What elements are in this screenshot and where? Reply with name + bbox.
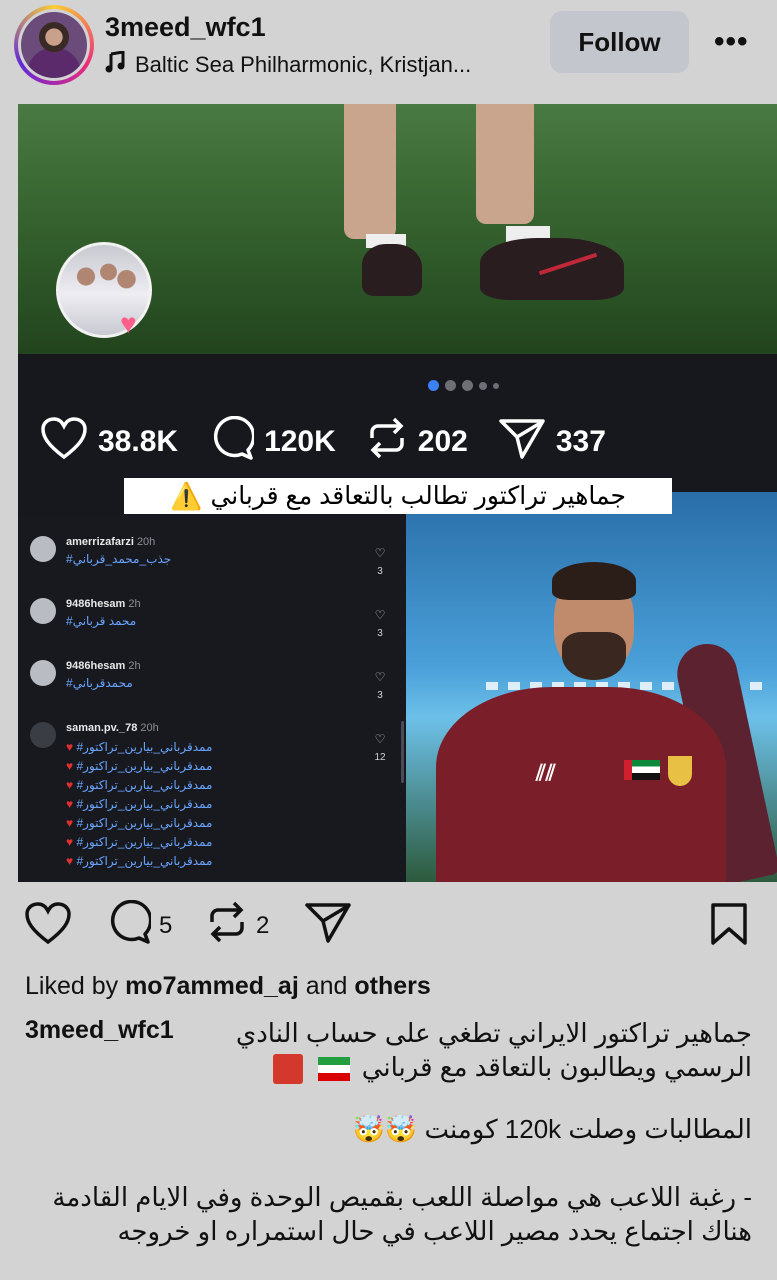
avatar[interactable] xyxy=(21,12,87,78)
liked-by-prefix: Liked by xyxy=(25,972,119,1000)
caption-line: المطالبات وصلت 120k كومنت xyxy=(424,1114,752,1144)
post-media[interactable]: ♥ 38.8K 120K 202 337 amerrizafarzi 20h #… xyxy=(18,104,777,882)
follow-button[interactable]: Follow xyxy=(550,11,689,73)
comment-text-repeated: ♥ #ممدقرباني_بيارين_تراكتور ♥ #ممدقرباني… xyxy=(66,740,213,868)
comment-user: 9486hesam xyxy=(66,660,126,672)
share-button[interactable] xyxy=(304,900,352,951)
comment-time: 2h xyxy=(128,660,141,672)
liked-by-and: and xyxy=(305,972,348,1000)
comment-icon xyxy=(208,415,256,468)
repost-icon xyxy=(366,416,408,468)
comment-heart-icon: ♡ xyxy=(374,732,386,746)
caption-line-with-emoji: المطالبات وصلت 120k كومنت 🤯🤯 xyxy=(352,1112,752,1146)
headline-text: جماهير تراكتور تطالب بالتعاقد مع قرباني xyxy=(210,482,626,510)
caption-line: جماهير تراكتور الايراني تطغي على حساب ال… xyxy=(235,1018,752,1048)
comment-user: amerrizafarzi xyxy=(66,536,134,548)
caption-line: الرسمي ويطالبون بالتعاقد مع قرباني xyxy=(361,1052,752,1082)
repost-count: 2 xyxy=(256,911,270,939)
liked-by-line[interactable]: Liked by mo7ammed_aj and others xyxy=(25,972,431,1001)
like-button[interactable] xyxy=(24,902,72,951)
comment-like-count: 12 xyxy=(374,752,386,763)
carousel-dot xyxy=(479,381,487,390)
carousel-dot xyxy=(462,380,473,391)
comment-avatar xyxy=(30,598,56,624)
share-icon xyxy=(304,900,352,951)
liked-by-others[interactable]: others xyxy=(354,972,430,1000)
exploding-head-icon: 🤯🤯 xyxy=(352,1114,418,1144)
comment-text: #محمدقرباني xyxy=(66,676,133,690)
comments-scrollbar xyxy=(401,721,404,783)
reposts-count: 202 xyxy=(417,425,468,458)
caption-username[interactable]: 3meed_wfc1 xyxy=(25,1016,174,1045)
save-button[interactable] xyxy=(710,902,748,953)
warning-icon: ⚠️ xyxy=(170,480,203,511)
comments-screenshot: amerrizafarzi 20h #جذب_محمد_قرباني ♡ 3 9… xyxy=(18,516,406,882)
caption-line: هناك اجتماع يحدد مصير اللاعب في حال استم… xyxy=(117,1216,752,1246)
comment-time: 20h xyxy=(136,536,156,548)
audio-info[interactable]: Baltic Sea Philharmonic, Kristjan... xyxy=(105,50,472,79)
comment-text: #جذب_محمد_قرباني xyxy=(66,552,172,566)
post-action-bar: 5 2 xyxy=(0,896,777,952)
embedded-stats-bar: 38.8K 120K 202 337 xyxy=(40,415,636,468)
carousel-dot xyxy=(445,380,456,391)
story-sticker-image xyxy=(56,242,152,338)
post-username[interactable]: 3meed_wfc1 xyxy=(105,12,266,43)
comment-count: 5 xyxy=(159,911,173,939)
caption-line: - رغبة اللاعب هي مواصلة اللعب بقميص الوح… xyxy=(52,1182,752,1212)
avatar-story-ring[interactable] xyxy=(14,5,94,85)
carousel-indicator xyxy=(428,380,499,391)
comment-heart-icon: ♡ xyxy=(374,670,386,684)
comment-user: 9486hesam xyxy=(66,598,126,610)
comment-heart-icon: ♡ xyxy=(374,546,386,560)
comment-heart-icon: ♡ xyxy=(374,608,386,622)
red-square-icon xyxy=(273,1054,304,1085)
player-photo: ⫽⫽ xyxy=(406,492,777,882)
comment-button[interactable]: 5 xyxy=(105,899,173,951)
comment-like-count: 3 xyxy=(377,566,383,577)
music-note-icon xyxy=(105,50,125,79)
headline-banner: جماهير تراكتور تطالب بالتعاقد مع قرباني … xyxy=(124,478,672,514)
audio-title: Baltic Sea Philharmonic, Kristjan... xyxy=(135,52,472,77)
shares-count: 337 xyxy=(555,425,606,458)
carousel-dot xyxy=(428,380,439,391)
heart-sticker-icon: ♥ xyxy=(120,308,137,339)
heart-icon xyxy=(40,417,88,467)
likes-count: 38.8K xyxy=(98,425,179,458)
repost-button[interactable]: 2 xyxy=(206,900,269,951)
share-icon xyxy=(498,416,546,468)
iran-flag-icon xyxy=(318,1057,351,1082)
heart-icon xyxy=(24,902,72,951)
repost-icon xyxy=(206,900,248,951)
comment-like-count: 3 xyxy=(377,690,383,701)
comment-avatar xyxy=(30,536,56,562)
comments-count: 120K xyxy=(264,425,336,458)
caption-line-with-flags: الرسمي ويطالبون بالتعاقد مع قرباني xyxy=(269,1050,752,1085)
bookmark-icon xyxy=(710,902,748,953)
post-header: 3meed_wfc1 Baltic Sea Philharmonic, Kris… xyxy=(0,0,777,96)
comment-like-count: 3 xyxy=(377,628,383,639)
comment-user: saman.pv._78 xyxy=(66,722,138,734)
comment-avatar xyxy=(30,660,56,686)
comment-avatar xyxy=(30,722,56,748)
comment-time: 20h xyxy=(140,722,159,734)
comment-icon xyxy=(105,899,153,951)
comment-text: #محمد قرباني xyxy=(66,614,137,628)
comment-time: 2h xyxy=(128,598,141,610)
liked-by-user[interactable]: mo7ammed_aj xyxy=(125,972,299,1000)
carousel-dot xyxy=(493,382,499,389)
more-options-icon[interactable]: ••• xyxy=(714,25,749,59)
